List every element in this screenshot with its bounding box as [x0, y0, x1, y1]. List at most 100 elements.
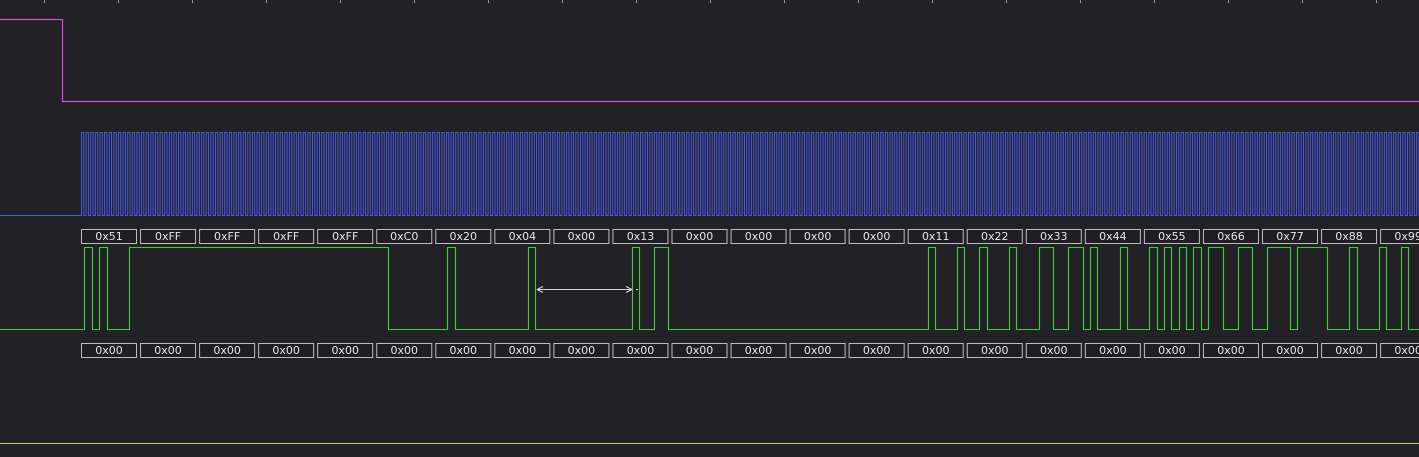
bottom-decoder-byte-value: 0x00 [331, 344, 359, 357]
bottom-decoder-byte-label: 0x00 [907, 343, 964, 358]
bottom-decoder-byte-value: 0x00 [1099, 344, 1127, 357]
bottom-decoder-byte-label: 0x00 [789, 343, 846, 358]
bottom-decoder-byte-value: 0x00 [95, 344, 123, 357]
decoder-row-bottom: 0x00 0x00 0x00 0x00 0x00 0x00 0x00 0x00 0x00 0x00… [81, 343, 1419, 358]
mosi-channel-trace [0, 246, 1419, 331]
logic-analyzer-view[interactable]: 0x51 0xFF 0xFF 0xFF 0xFF 0xC0 0x20 0x04 0x00 0x13… [0, 0, 1419, 457]
top-decoder-byte-label: 0xFF [317, 229, 374, 244]
decoder-row-top: 0x51 0xFF 0xFF 0xFF 0xFF 0xC0 0x20 0x04 0x00 0x13… [81, 229, 1419, 244]
top-decoder-byte-label: 0x51 [81, 229, 137, 244]
top-decoder-byte-label: 0x88 [1321, 229, 1378, 244]
top-decoder-byte-label: 0x00 [553, 229, 610, 244]
bottom-decoder-byte-value: 0x00 [1335, 344, 1363, 357]
top-decoder-byte-label: 0xFF [258, 229, 315, 244]
top-decoder-byte-value: 0x22 [981, 230, 1009, 243]
bottom-decoder-byte-label: 0x00 [435, 343, 492, 358]
top-decoder-byte-value: 0x55 [1158, 230, 1186, 243]
bottom-decoder-byte-label: 0x00 [1380, 343, 1419, 358]
bottom-decoder-byte-value: 0x00 [1394, 344, 1419, 357]
top-decoder-byte-value: 0xC0 [390, 230, 418, 243]
top-decoder-byte-label: 0x66 [1202, 229, 1259, 244]
bottom-decoder-byte-value: 0x00 [804, 344, 832, 357]
top-decoder-byte-label: 0x44 [1084, 229, 1141, 244]
bottom-decoder-byte-value: 0x00 [745, 344, 773, 357]
top-decoder-byte-label: 0x00 [671, 229, 728, 244]
bottom-decoder-byte-value: 0x00 [981, 344, 1009, 357]
bottom-decoder-byte-label: 0x00 [671, 343, 728, 358]
bottom-decoder-byte-value: 0x00 [450, 344, 478, 357]
bottom-decoder-byte-label: 0x00 [1262, 343, 1318, 358]
bottom-decoder-byte-value: 0x00 [568, 344, 596, 357]
top-decoder-byte-label: 0x55 [1143, 229, 1200, 244]
bottom-decoder-byte-value: 0x00 [922, 344, 950, 357]
bottom-decoder-byte-value: 0x00 [213, 344, 241, 357]
top-decoder-byte-value: 0xFF [273, 230, 299, 243]
top-decoder-byte-label: 0x04 [494, 229, 551, 244]
bottom-decoder-byte-value: 0x00 [1217, 344, 1245, 357]
bottom-decoder-byte-value: 0x00 [627, 344, 655, 357]
top-decoder-byte-value: 0xFF [332, 230, 358, 243]
clock-channel-trace [0, 132, 1419, 216]
bottom-decoder-byte-label: 0x00 [1143, 343, 1200, 358]
bottom-decoder-byte-value: 0x00 [1158, 344, 1186, 357]
top-decoder-byte-label: 0x33 [1025, 229, 1082, 244]
bottom-decoder-byte-value: 0x00 [509, 344, 537, 357]
top-decoder-byte-value: 0x33 [1040, 230, 1068, 243]
top-decoder-byte-label: 0x00 [789, 229, 846, 244]
bottom-decoder-byte-label: 0x00 [1025, 343, 1082, 358]
bottom-decoder-byte-label: 0x00 [1321, 343, 1378, 358]
top-decoder-byte-value: 0xFF [155, 230, 181, 243]
top-decoder-byte-label: 0x20 [435, 229, 492, 244]
top-decoder-byte-value: 0x77 [1276, 230, 1304, 243]
top-decoder-byte-label: 0x77 [1262, 229, 1318, 244]
top-decoder-byte-value: 0x20 [450, 230, 478, 243]
top-decoder-byte-label: 0xFF [199, 229, 256, 244]
top-decoder-byte-label: 0x13 [612, 229, 669, 244]
bottom-decoder-byte-label: 0x00 [376, 343, 433, 358]
bottom-decoder-byte-value: 0x00 [686, 344, 714, 357]
bottom-decoder-byte-value: 0x00 [1040, 344, 1068, 357]
bottom-decoder-byte-label: 0x00 [81, 343, 137, 358]
top-decoder-byte-value: 0x99 [1394, 230, 1419, 243]
top-decoder-byte-value: 0x00 [686, 230, 714, 243]
top-decoder-byte-label: 0x11 [907, 229, 964, 244]
bottom-decoder-byte-label: 0x00 [1202, 343, 1259, 358]
top-decoder-byte-value: 0x04 [509, 230, 537, 243]
top-decoder-byte-value: 0x51 [95, 230, 123, 243]
top-decoder-byte-label: 0x22 [966, 229, 1023, 244]
bottom-decoder-byte-label: 0x00 [966, 343, 1023, 358]
bottom-decoder-byte-value: 0x00 [863, 344, 891, 357]
top-decoder-byte-label: 0x00 [730, 229, 787, 244]
bottom-decoder-byte-value: 0x00 [1276, 344, 1304, 357]
top-decoder-byte-value: 0x44 [1099, 230, 1127, 243]
bottom-decoder-byte-label: 0x00 [848, 343, 905, 358]
enable-channel-trace [0, 18, 1419, 103]
bottom-decoder-byte-value: 0x00 [390, 344, 418, 357]
bottom-decoder-byte-label: 0x00 [612, 343, 669, 358]
top-decoder-byte-label: 0x99 [1380, 229, 1419, 244]
top-decoder-byte-label: 0x00 [848, 229, 905, 244]
top-decoder-byte-value: 0x13 [627, 230, 655, 243]
bottom-decoder-byte-label: 0x00 [730, 343, 787, 358]
top-decoder-byte-label: 0xC0 [376, 229, 433, 244]
bottom-decoder-byte-label: 0x00 [553, 343, 610, 358]
top-decoder-byte-value: 0x00 [804, 230, 832, 243]
top-decoder-byte-value: 0x00 [745, 230, 773, 243]
top-decoder-byte-value: 0x88 [1335, 230, 1363, 243]
top-decoder-byte-label: 0xFF [140, 229, 197, 244]
measurement-cursor[interactable] [536, 286, 638, 293]
bottom-decoder-byte-label: 0x00 [494, 343, 551, 358]
top-decoder-byte-value: 0x11 [922, 230, 950, 243]
bottom-decoder-byte-value: 0x00 [154, 344, 182, 357]
bottom-decoder-byte-label: 0x00 [140, 343, 197, 358]
top-decoder-byte-value: 0x00 [568, 230, 596, 243]
bottom-decoder-byte-label: 0x00 [199, 343, 256, 358]
top-decoder-byte-value: 0xFF [214, 230, 240, 243]
top-decoder-byte-value: 0x66 [1217, 230, 1245, 243]
time-ruler [44, 0, 1377, 3]
bottom-decoder-byte-value: 0x00 [272, 344, 300, 357]
bottom-decoder-byte-label: 0x00 [258, 343, 315, 358]
top-decoder-byte-value: 0x00 [863, 230, 891, 243]
bottom-decoder-byte-label: 0x00 [317, 343, 374, 358]
bottom-decoder-byte-label: 0x00 [1084, 343, 1141, 358]
